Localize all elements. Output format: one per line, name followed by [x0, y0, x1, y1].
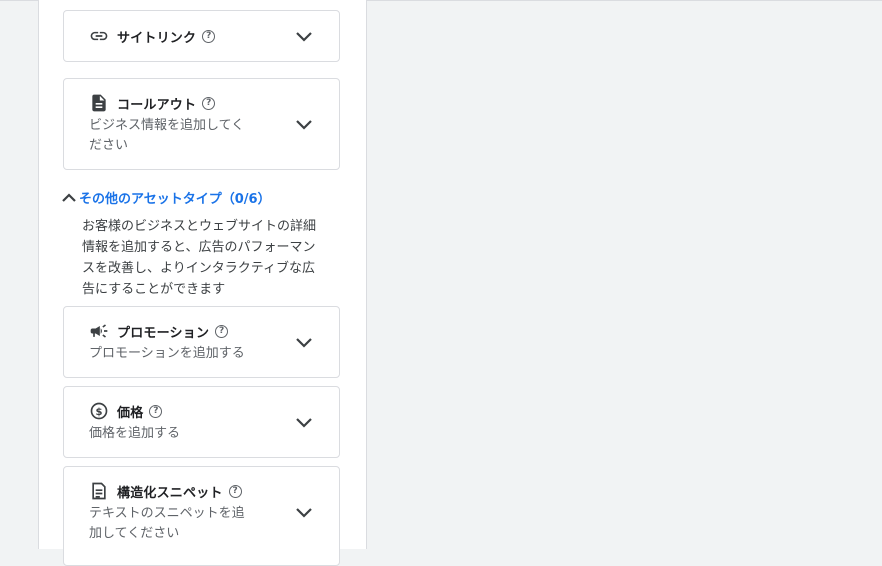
assets-panel: サイトリンク ? コールアウト ? ビジネス情報を追加してく ださい その他のア…	[38, 0, 367, 566]
callout-title: コールアウト	[117, 97, 197, 113]
help-icon[interactable]: ?	[202, 96, 216, 110]
structured-snippet-card[interactable]: 構造化スニペット ? テキストのスニペットを追 加してください	[63, 466, 340, 566]
sitelink-title: サイトリンク	[117, 30, 197, 46]
other-asset-types-title: その他のアセットタイプ（0/6）	[79, 192, 271, 207]
chevron-up-icon	[61, 192, 77, 204]
link-icon	[89, 26, 109, 46]
other-asset-types-description: お客様のビジネスとウェブサイトの詳細 情報を追加すると、広告のパフォーマン スを…	[82, 219, 317, 297]
help-icon[interactable]: ?	[202, 29, 216, 43]
document-icon	[89, 93, 109, 113]
help-icon[interactable]: ?	[149, 404, 163, 418]
chevron-down-icon[interactable]	[295, 507, 313, 519]
structured-snippet-title: 構造化スニペット	[117, 485, 223, 501]
help-icon[interactable]: ?	[228, 484, 242, 498]
sitelink-card[interactable]: サイトリンク ?	[63, 10, 340, 62]
structured-snippet-description: テキストのスニペットを追 加してください	[89, 506, 245, 541]
promotion-title: プロモーション	[117, 325, 210, 341]
help-icon[interactable]: ?	[215, 324, 229, 338]
promotion-description: プロモーションを追加する	[89, 346, 245, 361]
snippet-icon	[89, 481, 109, 501]
chevron-down-icon[interactable]	[295, 31, 313, 43]
price-icon: $	[89, 401, 109, 421]
other-asset-types-toggle[interactable]: その他のアセットタイプ（0/6）	[61, 188, 271, 207]
promotion-card[interactable]: プロモーション ? プロモーションを追加する	[63, 306, 340, 378]
price-description: 価格を追加する	[89, 426, 181, 441]
megaphone-icon	[89, 321, 109, 341]
callout-description: ビジネス情報を追加してく ださい	[89, 118, 245, 153]
chevron-down-icon[interactable]	[295, 417, 313, 429]
svg-text:$: $	[96, 407, 103, 418]
price-title: 価格	[117, 405, 144, 421]
chevron-down-icon[interactable]	[295, 119, 313, 131]
price-card[interactable]: $ 価格 ? 価格を追加する	[63, 386, 340, 458]
callout-card[interactable]: コールアウト ? ビジネス情報を追加してく ださい	[63, 78, 340, 170]
chevron-down-icon[interactable]	[295, 337, 313, 349]
